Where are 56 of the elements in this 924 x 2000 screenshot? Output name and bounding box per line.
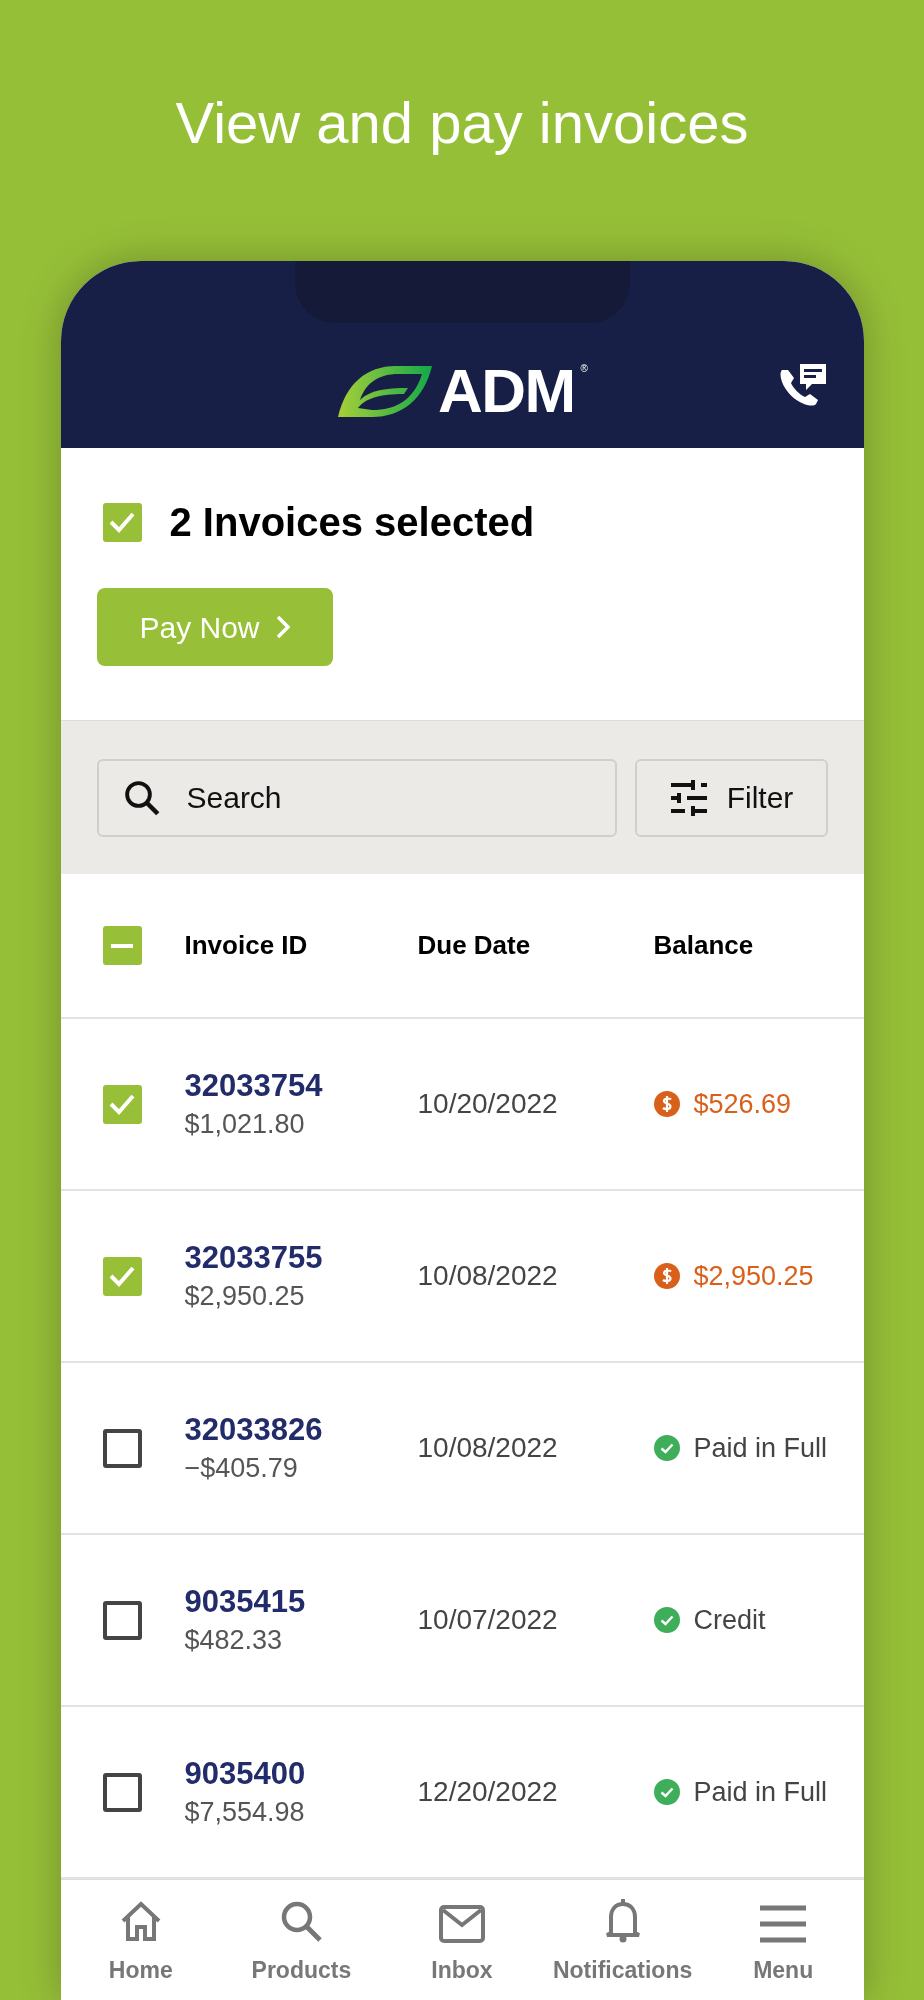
invoice-link[interactable]: 9035415	[184, 1582, 418, 1622]
checkbox[interactable]	[102, 1772, 142, 1812]
invoice-amount: $7,554.98	[184, 1795, 306, 1829]
check-circle-icon	[653, 1435, 680, 1461]
invoice-amount: $482.33	[184, 1623, 284, 1657]
balance-status: Credit	[693, 1603, 766, 1637]
nav-tab[interactable]: Notifications	[542, 1880, 703, 2000]
checkbox[interactable]	[102, 502, 142, 542]
sliders-icon	[668, 779, 709, 816]
check-circle-icon	[653, 1779, 680, 1805]
headline: View and pay invoices	[175, 89, 749, 157]
chevron-icon	[275, 615, 290, 639]
nav-tab[interactable]: Menu	[702, 1880, 864, 2000]
checkmark-icon	[108, 1265, 136, 1287]
invoice-amount: −$405.79	[184, 1451, 299, 1485]
phone-chat-icon[interactable]	[777, 362, 828, 408]
envelope-icon	[439, 1904, 485, 1943]
checkbox[interactable]	[102, 926, 142, 965]
leaf-logo-icon	[336, 364, 433, 418]
nav-tab[interactable]: Inbox	[381, 1880, 543, 2000]
registered-mark: ®	[580, 364, 588, 374]
due-date: 12/20/2022	[417, 1775, 559, 1809]
dollar-icon	[653, 1263, 680, 1289]
filter-button[interactable]: Filter	[634, 758, 828, 837]
nav-tab[interactable]: Home	[60, 1880, 222, 2000]
checkbox[interactable]	[102, 1084, 142, 1124]
column-header: Balance	[653, 929, 754, 962]
dollar-icon	[653, 1091, 680, 1117]
checkbox[interactable]	[102, 1256, 142, 1296]
balance-status: $526.69	[693, 1087, 792, 1121]
checkbox[interactable]	[102, 1600, 142, 1640]
bell-icon	[604, 1896, 641, 1943]
due-date: 10/08/2022	[417, 1259, 559, 1293]
logo-text: ADM	[438, 364, 575, 418]
invoice-amount: $1,021.80	[184, 1107, 306, 1141]
balance-status: Paid in Full	[693, 1431, 828, 1465]
invoice-link[interactable]: 32033826	[184, 1410, 418, 1450]
checkbox[interactable]	[102, 1428, 142, 1468]
selection-count: 2 Invoices selected	[169, 499, 535, 546]
column-header: Due Date	[417, 929, 532, 962]
balance-status: Paid in Full	[693, 1775, 828, 1809]
check-circle-icon	[653, 1607, 680, 1633]
menu-icon	[760, 1904, 807, 1943]
balance-status: $2,950.25	[693, 1259, 814, 1293]
invoice-link[interactable]: 32033754	[184, 1066, 418, 1106]
search-field[interactable]: Search	[96, 758, 617, 837]
due-date: 10/07/2022	[417, 1603, 559, 1637]
invoice-link[interactable]: 32033755	[184, 1238, 418, 1278]
invoice-amount: $2,950.25	[184, 1279, 306, 1313]
due-date: 10/20/2022	[417, 1087, 559, 1121]
invoice-link[interactable]: 9035400	[184, 1754, 418, 1794]
due-date: 10/08/2022	[417, 1431, 559, 1465]
checkmark-icon	[108, 1093, 136, 1115]
column-header: Invoice ID	[184, 929, 309, 962]
nav-tab[interactable]: Products	[221, 1880, 382, 2000]
checkmark-icon	[108, 511, 136, 533]
